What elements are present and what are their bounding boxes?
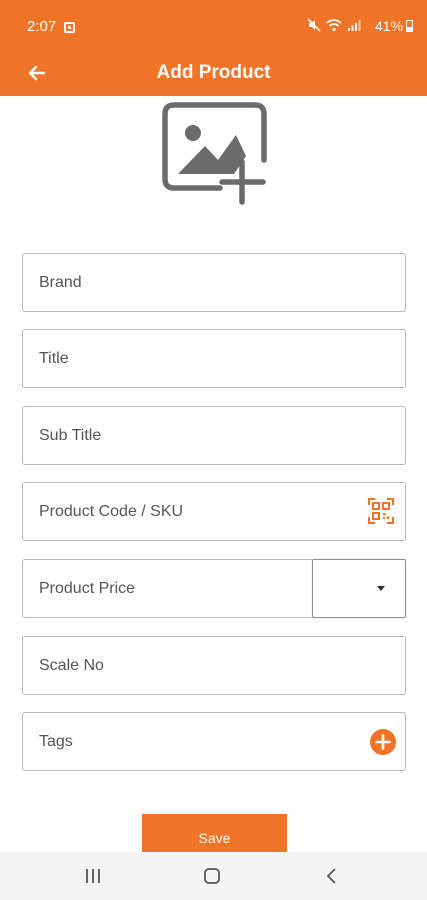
status-time: 2:07 <box>27 18 57 35</box>
home-icon[interactable] <box>200 864 224 888</box>
back-icon[interactable] <box>320 864 344 888</box>
price-row: Product Price <box>22 559 406 618</box>
save-button[interactable]: Save <box>142 814 287 854</box>
wifi-icon <box>326 18 342 31</box>
product-image-picker[interactable] <box>160 100 268 206</box>
price-field[interactable]: Product Price <box>22 559 312 618</box>
price-placeholder: Product Price <box>39 580 136 597</box>
add-image-icon <box>162 102 267 205</box>
title-field[interactable]: Title <box>22 329 406 388</box>
tags-placeholder: Tags <box>39 733 73 750</box>
title-bar: Add Product <box>0 52 427 96</box>
system-nav-bar <box>0 852 427 900</box>
brand-field[interactable]: Brand <box>22 253 406 312</box>
scale-no-field[interactable]: Scale No <box>22 636 406 695</box>
signal-icon <box>348 19 361 31</box>
title-placeholder: Title <box>39 350 69 367</box>
battery-icon <box>406 20 413 32</box>
add-circle-icon[interactable] <box>369 728 397 756</box>
currency-select[interactable] <box>312 559 406 618</box>
tags-field[interactable]: Tags <box>22 712 406 771</box>
subtitle-placeholder: Sub Title <box>39 427 102 444</box>
app-bar: 2:07 41% Add Product <box>0 0 427 96</box>
status-bar: 2:07 41% <box>0 0 427 52</box>
status-icons <box>307 18 361 32</box>
notification-icon <box>64 22 75 33</box>
recents-icon[interactable] <box>81 864 105 888</box>
sku-placeholder: Product Code / SKU <box>39 503 184 520</box>
battery-indicator: 41% <box>375 18 413 34</box>
sku-field[interactable]: Product Code / SKU <box>22 482 406 541</box>
battery-percent: 41% <box>374 18 403 34</box>
chevron-down-icon <box>377 586 385 591</box>
mute-icon <box>307 18 321 32</box>
qr-scan-icon[interactable] <box>367 497 395 525</box>
brand-placeholder: Brand <box>39 274 82 291</box>
scale-no-placeholder: Scale No <box>39 657 104 674</box>
subtitle-field[interactable]: Sub Title <box>22 406 406 465</box>
page-title: Add Product <box>156 62 271 83</box>
